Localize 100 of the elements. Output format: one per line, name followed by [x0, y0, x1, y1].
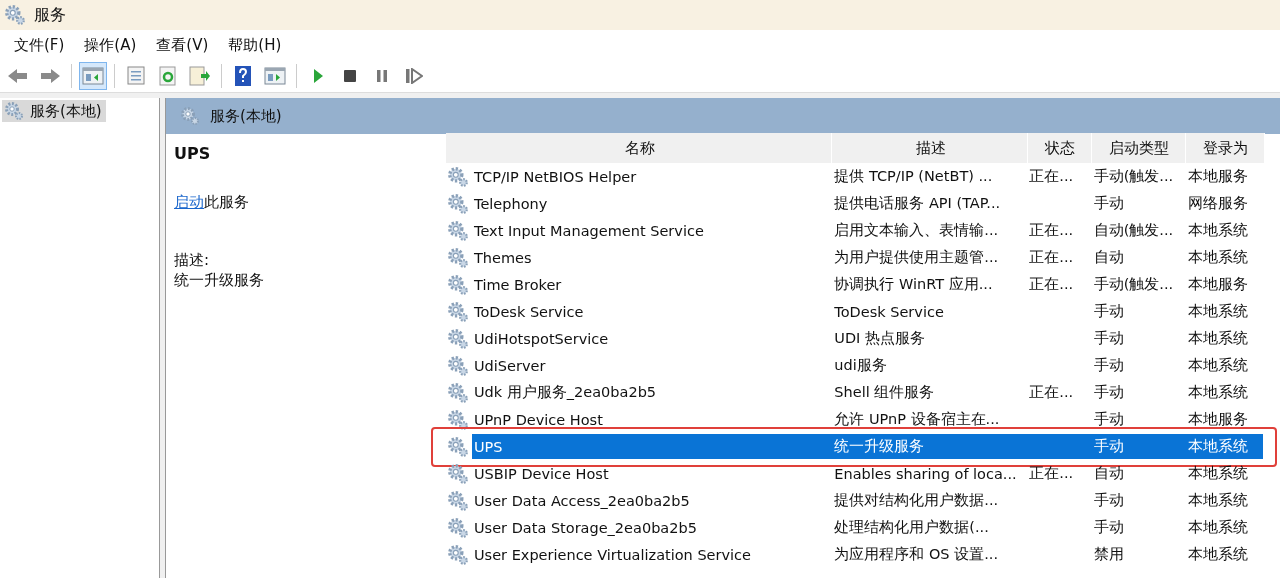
table-cell-text: Themes: [473, 249, 533, 266]
table-cell-text: USBIP Device Host: [473, 465, 610, 482]
table-cell-text: Time Broker: [473, 276, 563, 293]
table-cell: 正在...: [1029, 168, 1074, 184]
table-cell-text: 本地系统: [1186, 464, 1249, 483]
table-cell-text: ToDesk Service: [833, 303, 945, 320]
description-text: 统一升级服务: [174, 270, 265, 290]
table-cell: 正在...: [1029, 465, 1074, 481]
table-cell: 正在...: [1029, 384, 1074, 400]
table-cell-text: 自动: [1092, 248, 1125, 267]
table-cell-text: 本地服务: [1186, 275, 1249, 294]
table-cell-text: 协调执行 WinRT 应用...: [833, 275, 994, 294]
table-cell-text: 手动: [1092, 437, 1125, 456]
gears-icon: [180, 106, 200, 126]
table-cell-text: 本地系统: [1186, 356, 1249, 375]
table-cell-text: 本地系统: [1186, 329, 1249, 348]
table-cell-text: TCP/IP NetBIOS Helper: [473, 168, 638, 185]
table-cell: 正在...: [1029, 249, 1074, 265]
table-cell-text: 启用文本输入、表情输...: [833, 221, 1000, 240]
table-cell-text: 手动: [1092, 491, 1125, 510]
table-cell: 正在...: [1029, 222, 1074, 238]
menu-item[interactable]: 帮助(H): [218, 35, 292, 55]
table-cell-text: 本地系统: [1186, 545, 1249, 564]
column-header[interactable]: 描述: [832, 133, 1028, 163]
description-label: 描述:: [174, 250, 211, 270]
table-cell-text: 手动(触发...: [1092, 167, 1175, 186]
start-link[interactable]: 启动: [174, 193, 204, 211]
table-cell-text: udi服务: [833, 356, 888, 375]
table-cell-text: 本地服务: [1186, 410, 1249, 429]
window-title: 服务: [34, 4, 66, 26]
table-cell-text: 统一升级服务: [833, 437, 926, 456]
gears-icon: [447, 489, 469, 512]
table-cell-text: 手动(触发...: [1092, 275, 1175, 294]
table-cell-text: Shell 组件服务: [833, 383, 936, 402]
gears-icon: [447, 327, 469, 350]
gears-icon: [447, 192, 469, 215]
table-cell-text: 手动: [1092, 518, 1125, 537]
table-cell-text: Text Input Management Service: [473, 222, 705, 239]
gears-icon: [447, 246, 469, 269]
table-cell-text: 手动: [1092, 410, 1125, 429]
table-cell-text: User Data Access_2ea0ba2b5: [473, 492, 691, 509]
table-cell-text: 本地系统: [1186, 518, 1249, 537]
table-cell-text: 本地系统: [1186, 221, 1249, 240]
table-cell-text: 网络服务: [1186, 194, 1249, 213]
gears-icon: [447, 462, 469, 485]
table-cell-text: 为应用程序和 OS 设置...: [833, 545, 999, 564]
table-cell-text: 手动: [1092, 356, 1125, 375]
table-cell-text: 本地系统: [1186, 437, 1249, 456]
table-cell-text: 本地系统: [1186, 383, 1249, 402]
menu-item[interactable]: 文件(F): [4, 35, 75, 55]
table-cell-text: UDI 热点服务: [833, 329, 926, 348]
table-cell-text: 为用户提供使用主题管...: [833, 248, 1000, 267]
tree-pane-icon[interactable]: [79, 62, 107, 90]
table-cell-text: 手动: [1092, 383, 1125, 402]
column-header[interactable]: 状态: [1028, 133, 1092, 163]
menu-item[interactable]: 查看(V): [146, 35, 219, 55]
table-cell-text: Udk 用户服务_2ea0ba2b5: [473, 383, 658, 402]
gears-icon: [447, 165, 469, 188]
table-cell-text: 手动: [1092, 194, 1125, 213]
table-cell-text: ToDesk Service: [473, 303, 585, 320]
table-cell-text: 自动: [1092, 464, 1125, 483]
table-cell-text: 手动: [1092, 302, 1125, 321]
table-cell-text: UdiServer: [473, 357, 547, 374]
table-cell-text: 本地服务: [1186, 167, 1249, 186]
panel-title: 服务(本地): [210, 106, 282, 126]
column-header[interactable]: 名称: [446, 133, 832, 163]
gears-icon: [447, 381, 469, 404]
gears-icon: [447, 543, 469, 566]
table-cell-text: 禁用: [1092, 545, 1125, 564]
gears-icon: [447, 516, 469, 539]
table-cell: 正在...: [1029, 276, 1074, 292]
table-cell-text: 手动: [1092, 329, 1125, 348]
gears-icon: [4, 4, 26, 26]
column-header[interactable]: 登录为: [1186, 133, 1265, 163]
table-cell-text: 提供对结构化用户数据...: [833, 491, 1000, 510]
gears-icon: [4, 101, 24, 121]
table-cell-text: User Experience Virtualization Service: [473, 546, 752, 563]
tree-item[interactable]: 服务(本地): [2, 100, 106, 122]
table-cell-text: User Data Storage_2ea0ba2b5: [473, 519, 698, 536]
table-cell-text: UPS: [473, 438, 504, 455]
gears-icon: [447, 219, 469, 242]
gears-icon: [447, 435, 469, 458]
table-cell-text: UdiHotspotService: [473, 330, 610, 347]
table-cell-text: 本地系统: [1186, 491, 1249, 510]
gears-icon: [447, 300, 469, 323]
table-cell-text: 提供电话服务 API (TAP...: [833, 194, 1002, 213]
table-cell-text: 本地系统: [1186, 248, 1249, 267]
table-cell-text: 本地系统: [1186, 302, 1249, 321]
gears-icon: [447, 354, 469, 377]
menu-item[interactable]: 操作(A): [74, 35, 147, 55]
table-cell-text: Telephony: [473, 195, 549, 212]
table-cell-text: 允许 UPnP 设备宿主在...: [833, 410, 1001, 429]
table-cell-text: 处理结构化用户数据(...: [833, 518, 990, 537]
table-cell-text: 提供 TCP/IP (NetBT) ...: [833, 167, 994, 186]
gears-icon: [447, 408, 469, 431]
table-cell-text: Enables sharing of loca...: [833, 465, 1018, 482]
service-name: UPS: [174, 144, 212, 164]
column-header[interactable]: 启动类型: [1092, 133, 1186, 163]
table-cell-text: UPnP Device Host: [473, 411, 604, 428]
table-cell-text: 自动(触发...: [1092, 221, 1175, 240]
